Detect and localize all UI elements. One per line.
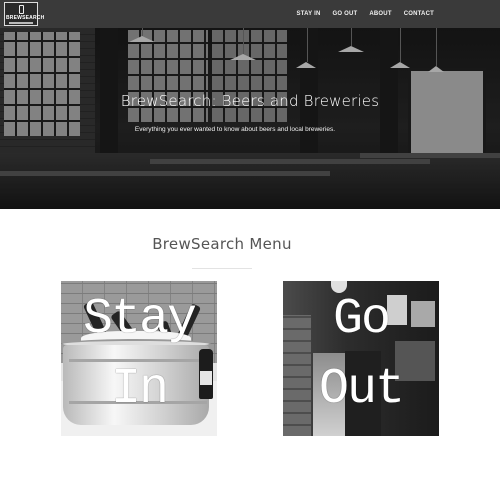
hero-title: BrewSearch: Beers and Breweries — [120, 92, 380, 110]
nav-link-stay-in[interactable]: STAY IN — [297, 11, 321, 17]
navbar: BREWSEARCH STAY IN GO OUT ABOUT CONTACT — [0, 0, 500, 28]
stay-in-card-word-2: In — [110, 361, 169, 418]
nav-link-contact[interactable]: CONTACT — [404, 11, 434, 17]
nav-link-about[interactable]: ABOUT — [369, 11, 391, 17]
hero-overlay — [0, 28, 500, 209]
logo-text: BREWSEARCH — [6, 15, 45, 21]
page: BREWSEARCH STAY IN GO OUT ABOUT CONTACT — [0, 0, 500, 500]
menu-title: BrewSearch Menu — [152, 235, 292, 253]
logo-underline — [9, 22, 33, 24]
hero-subtitle: Everything you ever wanted to know about… — [134, 126, 336, 133]
go-out-card-word-2: Out — [318, 361, 405, 418]
nav-link-go-out[interactable]: GO OUT — [332, 11, 357, 17]
hero-banner: BrewSearch: Beers and Breweries Everythi… — [0, 28, 500, 209]
menu-divider — [192, 268, 252, 269]
stay-in-card[interactable]: Stay In — [61, 281, 217, 436]
stay-in-card-word-1: Stay — [82, 291, 197, 348]
nav-links: STAY IN GO OUT ABOUT CONTACT — [297, 0, 500, 28]
brewsearch-logo[interactable]: BREWSEARCH — [4, 2, 45, 26]
beer-tap-logo-icon — [19, 5, 24, 14]
go-out-card-word-1: Go — [332, 291, 391, 348]
go-out-card[interactable]: Go Out — [283, 281, 439, 436]
